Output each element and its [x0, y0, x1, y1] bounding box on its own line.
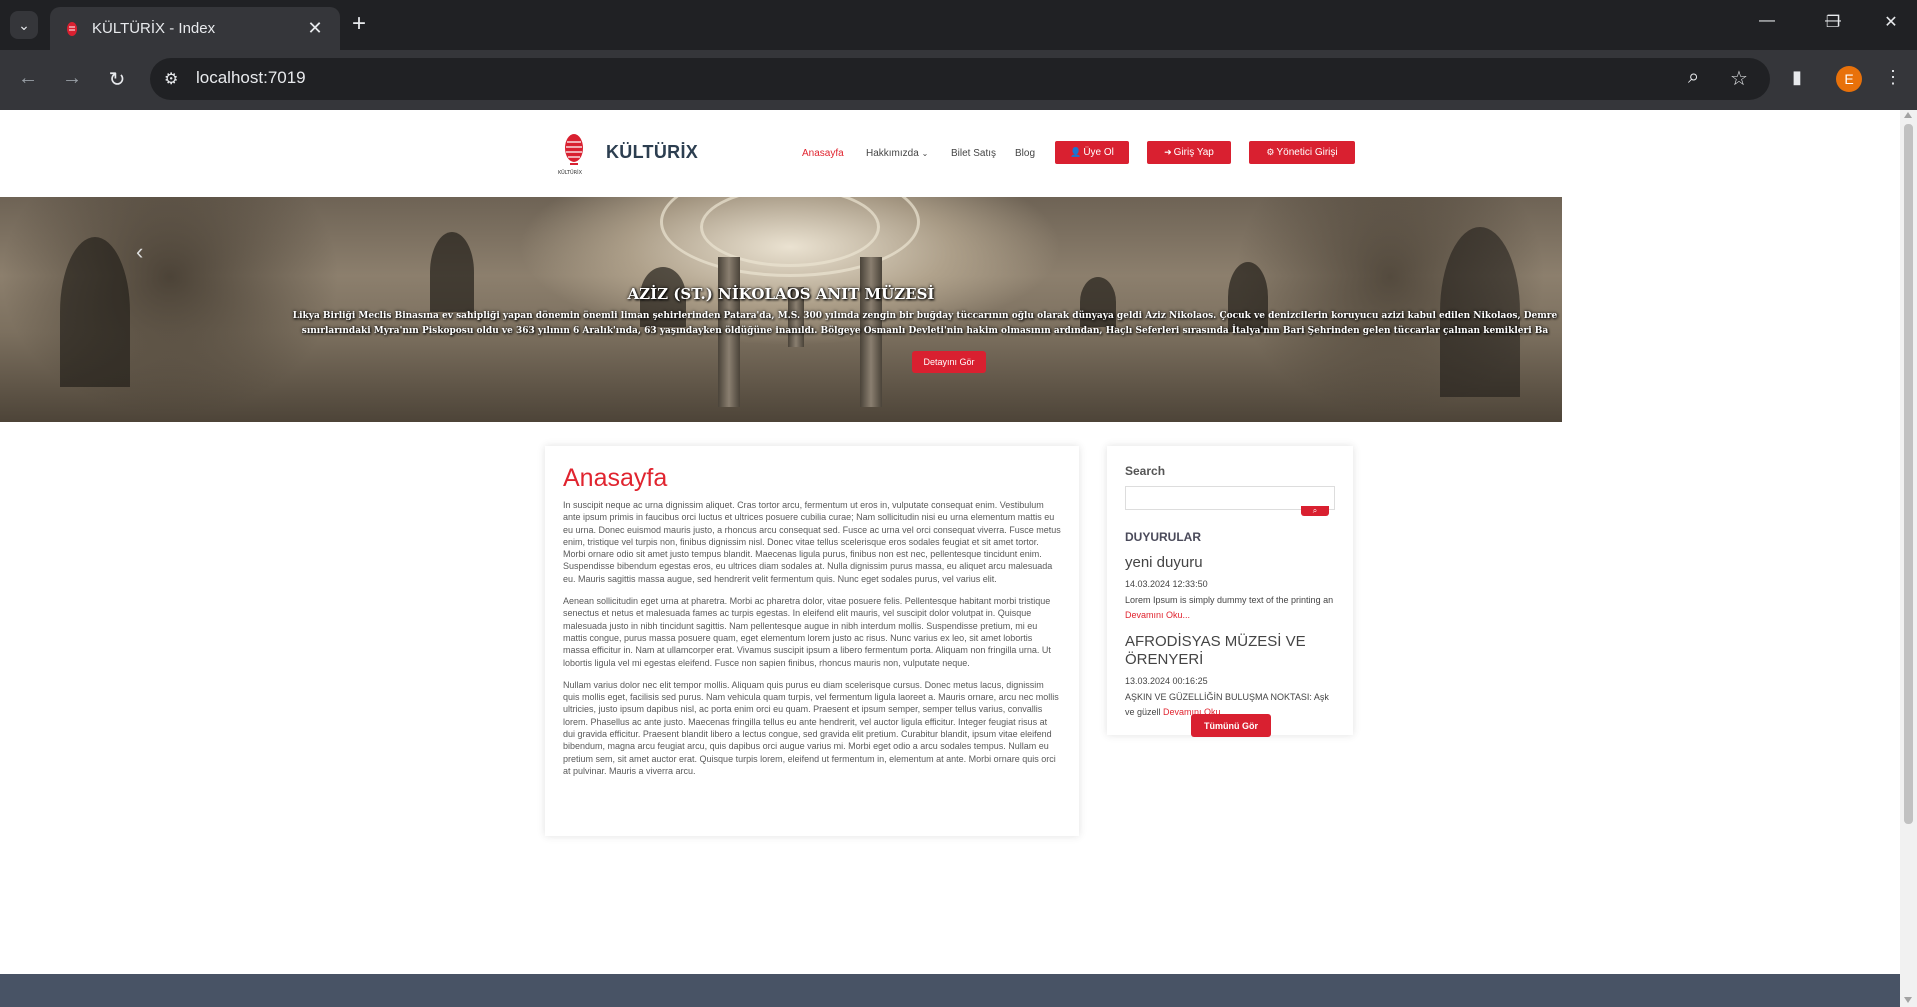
- browser-menu-icon[interactable]: ⋮: [1884, 67, 1902, 88]
- close-window-icon[interactable]: ✕: [1876, 12, 1906, 32]
- read-more-link[interactable]: Devamını Oku...: [1125, 610, 1190, 620]
- main-content-card: Anasayfa In suscipit neque ac urna digni…: [545, 446, 1079, 836]
- site-favicon-icon: [67, 21, 77, 36]
- nav-blog[interactable]: Blog: [1015, 148, 1035, 159]
- back-icon[interactable]: ←: [14, 67, 42, 90]
- content-paragraph: Aenean sollicitudin eget urna at pharetr…: [563, 596, 1051, 668]
- announcement-title[interactable]: AFRODİSYAS MÜZESİ VE ÖRENYERİ: [1125, 633, 1335, 669]
- hero-carousel: ‹ AZİZ (ST.) NİKOLAOS ANIT MÜZESİ Likya …: [0, 197, 1562, 422]
- browser-toolbar: ← → ↻ ⚙ localhost:7019 ⌕ ☆ ▮ ⋮: [0, 50, 1917, 110]
- browser-tab-strip: ⌄ KÜLTÜRİX - Index ✕ + — — ❐ ✕: [0, 0, 1917, 50]
- profile-avatar[interactable]: E: [1836, 66, 1862, 92]
- gears-icon: ⚙: [1266, 147, 1275, 157]
- announcements-heading: DUYURULAR: [1125, 530, 1201, 544]
- search-label: Search: [1125, 464, 1166, 478]
- login-button[interactable]: ➜ Giriş Yap: [1147, 141, 1231, 164]
- tab-close-icon[interactable]: ✕: [304, 18, 326, 39]
- page-viewport: KÜLTÜRİX KÜLTÜRİX Anasayfa Hakkımızda ⌄ …: [0, 110, 1900, 1007]
- nav-hakkimizda-label: Hakkımızda: [866, 148, 919, 159]
- minimize-window-icon[interactable]: —: [1752, 12, 1782, 30]
- sign-in-icon: ➜: [1164, 147, 1172, 157]
- site-header: KÜLTÜRİX KÜLTÜRİX Anasayfa Hakkımızda ⌄ …: [0, 110, 1900, 197]
- url-text[interactable]: localhost:7019: [196, 68, 306, 88]
- forward-icon[interactable]: →: [58, 67, 86, 90]
- carousel-prev-icon[interactable]: ‹: [136, 239, 143, 265]
- site-footer: [0, 974, 1900, 1007]
- register-button[interactable]: 👤 Üye Ol: [1055, 141, 1129, 164]
- login-button-label: Giriş Yap: [1173, 147, 1214, 158]
- address-bar[interactable]: ⚙ localhost:7019 ⌕ ☆: [150, 58, 1770, 100]
- announcement-date: 14.03.2024 12:33:50: [1125, 579, 1208, 589]
- brand-name[interactable]: KÜLTÜRİX: [606, 142, 698, 163]
- bookmark-star-icon[interactable]: ☆: [1730, 66, 1748, 91]
- register-button-label: Üye Ol: [1083, 147, 1114, 158]
- nav-anasayfa[interactable]: Anasayfa: [802, 148, 844, 159]
- search-icon[interactable]: ⌕: [1301, 506, 1329, 516]
- announcement-excerpt: Lorem Ipsum is simply dummy text of the …: [1125, 593, 1335, 623]
- scroll-up-icon[interactable]: [1904, 112, 1912, 118]
- tab-search-button[interactable]: ⌄: [10, 11, 38, 39]
- page-title: Anasayfa: [563, 464, 668, 492]
- reload-icon[interactable]: ↻: [103, 67, 131, 92]
- sidebar-card: Search ⌕ DUYURULAR yeni duyuru 14.03.202…: [1107, 446, 1353, 737]
- site-info-icon[interactable]: ⚙: [164, 69, 178, 89]
- view-all-button[interactable]: Tümünü Gör: [1191, 714, 1271, 737]
- svg-text:KÜLTÜRİX: KÜLTÜRİX: [558, 169, 583, 176]
- scroll-thumb[interactable]: [1904, 124, 1913, 824]
- admin-login-button[interactable]: ⚙ Yönetici Girişi: [1249, 141, 1355, 164]
- browser-tab[interactable]: KÜLTÜRİX - Index ✕: [50, 7, 340, 50]
- kulturix-logo-icon[interactable]: KÜLTÜRİX: [556, 128, 596, 176]
- scroll-down-icon[interactable]: [1904, 997, 1912, 1003]
- nav-bilet-satis[interactable]: Bilet Satış: [951, 148, 996, 159]
- side-panel-icon[interactable]: ▮: [1792, 67, 1802, 88]
- new-tab-icon[interactable]: +: [352, 12, 366, 36]
- announcement-date: 13.03.2024 00:16:25: [1125, 676, 1208, 686]
- nav-hakkimizda[interactable]: Hakkımızda ⌄: [866, 148, 928, 159]
- content-paragraph: In suscipit neque ac urna dignissim aliq…: [563, 500, 1061, 584]
- zoom-icon[interactable]: ⌕: [1688, 66, 1699, 89]
- hero-details-button[interactable]: Detayını Gör: [912, 351, 986, 373]
- hero-description: Likya Birliği Meclis Binasına ev sahipli…: [292, 311, 1558, 336]
- chevron-down-icon: ⌄: [921, 149, 929, 158]
- announcement-title[interactable]: yeni duyuru: [1125, 554, 1335, 572]
- announcement-excerpt-text: Lorem Ipsum is simply dummy text of the …: [1125, 595, 1334, 605]
- page-scrollbar[interactable]: [1900, 110, 1917, 1007]
- hero-arch: [60, 237, 130, 387]
- user-plus-icon: 👤: [1070, 147, 1082, 157]
- restore-window-icon[interactable]: ❐: [1818, 12, 1848, 32]
- hero-title: AZİZ (ST.) NİKOLAOS ANIT MÜZESİ: [627, 285, 935, 303]
- tab-title: KÜLTÜRİX - Index: [92, 20, 216, 37]
- announcement-item: yeni duyuru 14.03.2024 12:33:50 Lorem Ip…: [1125, 554, 1335, 623]
- admin-login-button-label: Yönetici Girişi: [1276, 147, 1338, 158]
- content-paragraph: Nullam varius dolor nec elit tempor moll…: [563, 679, 1059, 776]
- announcement-item: AFRODİSYAS MÜZESİ VE ÖRENYERİ 13.03.2024…: [1125, 633, 1335, 720]
